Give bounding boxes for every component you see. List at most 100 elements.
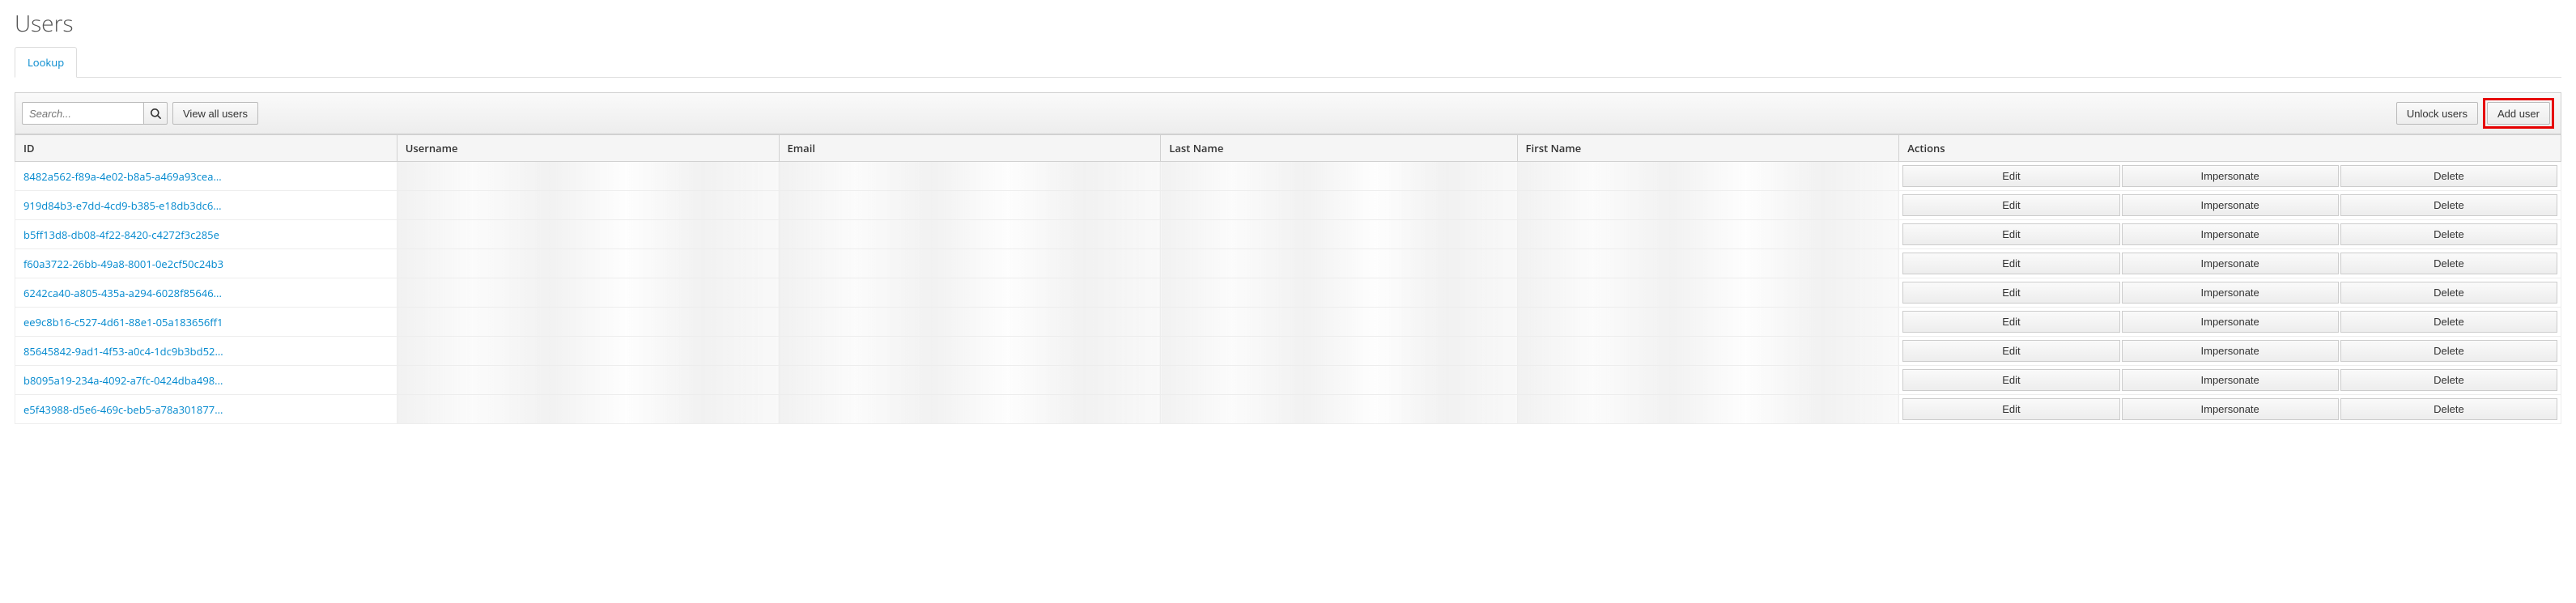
impersonate-button[interactable]: Impersonate — [2122, 369, 2339, 391]
delete-button[interactable]: Delete — [2340, 311, 2557, 333]
edit-button[interactable]: Edit — [1902, 253, 2119, 274]
user-id-link[interactable]: 8482a562-f89a-4e02-b8a5-a469a93cea... — [23, 169, 222, 184]
cell-lastname — [1161, 278, 1517, 308]
actions-cell: EditImpersonateDelete — [1900, 192, 2560, 219]
impersonate-button[interactable]: Impersonate — [2122, 398, 2339, 420]
edit-button[interactable]: Edit — [1902, 282, 2119, 304]
table-row: 85645842-9ad1-4f53-a0c4-1dc9b3bd52... Edi… — [15, 337, 2561, 366]
cell-firstname — [1517, 395, 1899, 424]
search-button[interactable] — [143, 102, 168, 125]
user-id-link[interactable]: b5ff13d8-db08-4f22-8420-c4272f3c285e — [23, 227, 219, 242]
cell-lastname — [1161, 337, 1517, 366]
cell-email — [779, 366, 1161, 395]
delete-button[interactable]: Delete — [2340, 340, 2557, 362]
toolbar: View all users Unlock users Add user — [15, 92, 2561, 134]
search-group — [22, 102, 168, 125]
delete-button[interactable]: Delete — [2340, 165, 2557, 187]
actions-cell: EditImpersonateDelete — [1900, 221, 2560, 248]
user-id-link[interactable]: f60a3722-26bb-49a8-8001-0e2cf50c24b3 — [23, 257, 223, 271]
table-row: 6242ca40-a805-435a-a294-6028f85646... Edi… — [15, 278, 2561, 308]
cell-username — [397, 395, 779, 424]
delete-button[interactable]: Delete — [2340, 194, 2557, 216]
user-id-link[interactable]: ee9c8b16-c527-4d61-88e1-05a183656ff1 — [23, 315, 223, 329]
cell-firstname — [1517, 308, 1899, 337]
table-row: f60a3722-26bb-49a8-8001-0e2cf50c24b3 Edit… — [15, 249, 2561, 278]
edit-button[interactable]: Edit — [1902, 340, 2119, 362]
cell-username — [397, 308, 779, 337]
user-id-link[interactable]: 919d84b3-e7dd-4cd9-b385-e18db3dc6... — [23, 198, 222, 213]
table-header-row: ID Username Email Last Name First Name A… — [15, 135, 2561, 162]
col-header-username[interactable]: Username — [397, 135, 779, 162]
col-header-id[interactable]: ID — [15, 135, 397, 162]
cell-lastname — [1161, 162, 1517, 191]
tabs-bar: Lookup — [15, 47, 2561, 78]
actions-cell: EditImpersonateDelete — [1900, 396, 2560, 423]
cell-firstname — [1517, 366, 1899, 395]
user-id-link[interactable]: 85645842-9ad1-4f53-a0c4-1dc9b3bd52... — [23, 344, 223, 359]
table-row: b8095a19-234a-4092-a7fc-0424dba498... Edi… — [15, 366, 2561, 395]
edit-button[interactable]: Edit — [1902, 398, 2119, 420]
cell-username — [397, 278, 779, 308]
delete-button[interactable]: Delete — [2340, 253, 2557, 274]
table-row: 8482a562-f89a-4e02-b8a5-a469a93cea... Edi… — [15, 162, 2561, 191]
table-row: ee9c8b16-c527-4d61-88e1-05a183656ff1 Edit… — [15, 308, 2561, 337]
delete-button[interactable]: Delete — [2340, 398, 2557, 420]
actions-cell: EditImpersonateDelete — [1900, 338, 2560, 364]
cell-username — [397, 366, 779, 395]
users-table: ID Username Email Last Name First Name A… — [15, 134, 2561, 424]
actions-cell: EditImpersonateDelete — [1900, 367, 2560, 393]
col-header-firstname[interactable]: First Name — [1517, 135, 1899, 162]
col-header-email[interactable]: Email — [779, 135, 1161, 162]
user-id-link[interactable]: 6242ca40-a805-435a-a294-6028f85646... — [23, 286, 222, 300]
view-all-users-button[interactable]: View all users — [172, 102, 258, 125]
edit-button[interactable]: Edit — [1902, 311, 2119, 333]
cell-firstname — [1517, 337, 1899, 366]
impersonate-button[interactable]: Impersonate — [2122, 253, 2339, 274]
impersonate-button[interactable]: Impersonate — [2122, 165, 2339, 187]
cell-email — [779, 220, 1161, 249]
cell-email — [779, 278, 1161, 308]
impersonate-button[interactable]: Impersonate — [2122, 311, 2339, 333]
unlock-users-button[interactable]: Unlock users — [2396, 102, 2478, 125]
user-id-link[interactable]: b8095a19-234a-4092-a7fc-0424dba498... — [23, 373, 223, 388]
cell-email — [779, 191, 1161, 220]
cell-email — [779, 337, 1161, 366]
cell-firstname — [1517, 278, 1899, 308]
search-icon — [151, 108, 161, 119]
cell-email — [779, 395, 1161, 424]
delete-button[interactable]: Delete — [2340, 369, 2557, 391]
table-row: 919d84b3-e7dd-4cd9-b385-e18db3dc6... Edit… — [15, 191, 2561, 220]
actions-cell: EditImpersonateDelete — [1900, 163, 2560, 189]
impersonate-button[interactable]: Impersonate — [2122, 340, 2339, 362]
table-row: b5ff13d8-db08-4f22-8420-c4272f3c285e Edit… — [15, 220, 2561, 249]
cell-username — [397, 162, 779, 191]
user-id-link[interactable]: e5f43988-d5e6-469c-beb5-a78a301877... — [23, 402, 223, 417]
search-input[interactable] — [22, 102, 143, 125]
cell-lastname — [1161, 366, 1517, 395]
col-header-lastname[interactable]: Last Name — [1161, 135, 1517, 162]
page-title: Users — [15, 8, 2561, 39]
cell-email — [779, 308, 1161, 337]
actions-cell: EditImpersonateDelete — [1900, 279, 2560, 306]
cell-lastname — [1161, 249, 1517, 278]
cell-username — [397, 337, 779, 366]
edit-button[interactable]: Edit — [1902, 223, 2119, 245]
impersonate-button[interactable]: Impersonate — [2122, 194, 2339, 216]
actions-cell: EditImpersonateDelete — [1900, 308, 2560, 335]
cell-firstname — [1517, 249, 1899, 278]
cell-email — [779, 162, 1161, 191]
delete-button[interactable]: Delete — [2340, 282, 2557, 304]
edit-button[interactable]: Edit — [1902, 369, 2119, 391]
table-row: e5f43988-d5e6-469c-beb5-a78a301877... Edi… — [15, 395, 2561, 424]
delete-button[interactable]: Delete — [2340, 223, 2557, 245]
cell-username — [397, 220, 779, 249]
impersonate-button[interactable]: Impersonate — [2122, 223, 2339, 245]
add-user-highlight: Add user — [2483, 98, 2554, 129]
cell-lastname — [1161, 395, 1517, 424]
add-user-button[interactable]: Add user — [2487, 102, 2550, 125]
edit-button[interactable]: Edit — [1902, 165, 2119, 187]
impersonate-button[interactable]: Impersonate — [2122, 282, 2339, 304]
tab-lookup[interactable]: Lookup — [15, 47, 77, 78]
edit-button[interactable]: Edit — [1902, 194, 2119, 216]
cell-firstname — [1517, 220, 1899, 249]
